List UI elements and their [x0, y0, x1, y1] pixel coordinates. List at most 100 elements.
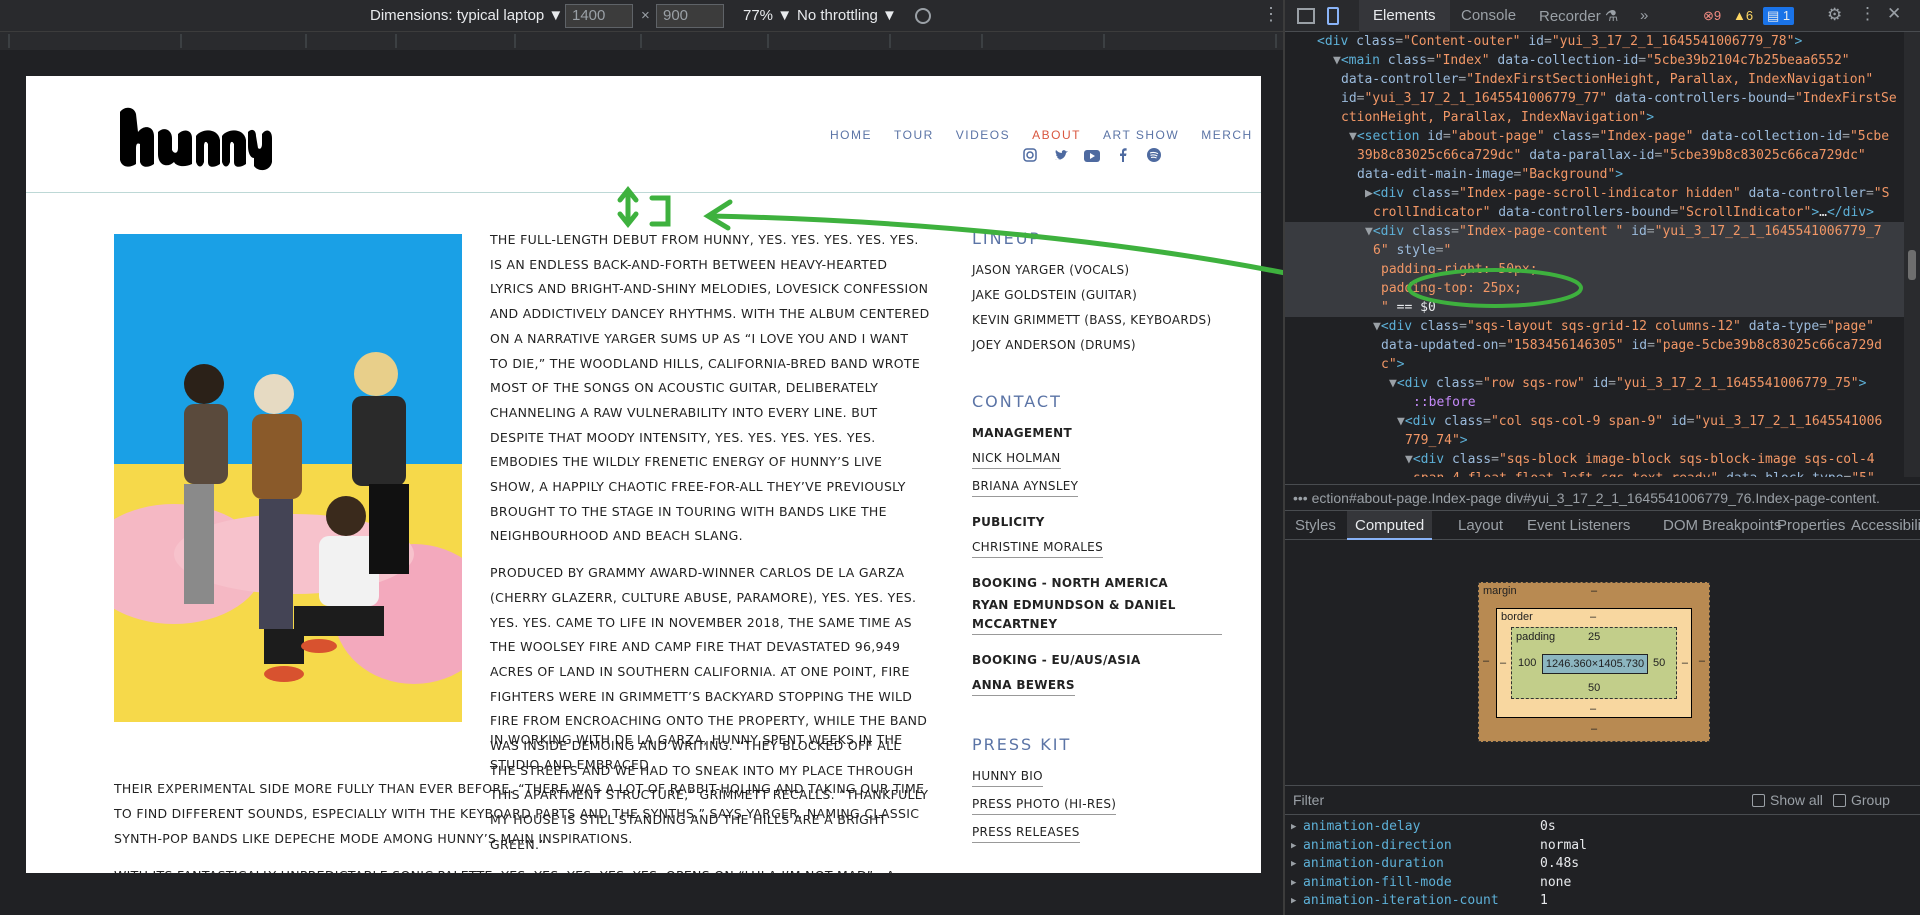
- dom-node-row[interactable]: ▼<div class="row sqs-row" id="yui_3_17_2…: [1285, 374, 1920, 393]
- property-name: animation-duration: [1303, 856, 1444, 871]
- close-icon[interactable]: ✕: [1887, 4, 1901, 24]
- show-all-checkbox[interactable]: [1752, 794, 1765, 807]
- tab-console[interactable]: Console: [1461, 7, 1516, 24]
- dom-node-row[interactable]: span-4 float float-left sqs-text-ready" …: [1285, 469, 1920, 477]
- contact-link[interactable]: ANNA BEWERS: [972, 676, 1075, 696]
- dom-node-row[interactable]: ▼<main class="Index" data-collection-id=…: [1285, 51, 1920, 70]
- presskit-link[interactable]: PRESS PHOTO (HI-RES): [972, 795, 1117, 815]
- about-paragraph-3: IN WORKING WITH DE LA GARZA, HUNNY SPENT…: [114, 728, 930, 852]
- dom-node-row[interactable]: ::before: [1285, 393, 1920, 412]
- tab-computed[interactable]: Computed: [1347, 511, 1433, 540]
- dom-node-row[interactable]: id="yui_3_17_2_1_1645541006779_77" data-…: [1285, 89, 1920, 108]
- margin-label: margin: [1483, 585, 1517, 597]
- hunny-logo[interactable]: hunny: [114, 102, 274, 172]
- dimensions-dropdown[interactable]: Dimensions: typical laptop ▼: [370, 7, 563, 24]
- group-checkbox[interactable]: [1833, 794, 1846, 807]
- border-top-value: –: [1590, 611, 1597, 623]
- computed-property-row[interactable]: ▶ animation-direction normal: [1285, 837, 1920, 856]
- contact-link[interactable]: NICK HOLMAN: [972, 449, 1061, 469]
- scrollbar-thumb[interactable]: [1908, 250, 1916, 280]
- dom-node-row[interactable]: " == $0: [1285, 298, 1920, 317]
- dom-node-row[interactable]: ctionHeight, Parallax, IndexNavigation">: [1285, 108, 1920, 127]
- more-options-icon[interactable]: ⋮: [1859, 4, 1876, 24]
- dom-node-row[interactable]: data-controller="IndexFirstSectionHeight…: [1285, 70, 1920, 89]
- tab-properties[interactable]: Properties: [1777, 517, 1845, 534]
- dom-node-row[interactable]: ▼<div class="Index-page-content " id="yu…: [1285, 222, 1920, 241]
- rotate-icon[interactable]: [915, 8, 931, 24]
- dom-node-row[interactable]: c">: [1285, 355, 1920, 374]
- presskit-link[interactable]: HUNNY BIO: [972, 767, 1043, 787]
- twitter-icon[interactable]: [1051, 148, 1071, 166]
- computed-property-row[interactable]: ▶ animation-duration 0.48s: [1285, 855, 1920, 874]
- nav-merch[interactable]: MERCH: [1201, 128, 1253, 142]
- nav-home[interactable]: HOME: [830, 128, 872, 142]
- dom-node-row[interactable]: ▼<div class="sqs-block image-block sqs-b…: [1285, 450, 1920, 469]
- devtools-panel: Elements Console Recorder ⚗ » ⊗9 ▲6 ▤ 1 …: [1285, 0, 1920, 915]
- contact-link[interactable]: CHRISTINE MORALES: [972, 538, 1103, 558]
- dom-node-row[interactable]: padding-right: 50px;: [1285, 260, 1920, 279]
- nav-tour[interactable]: TOUR: [894, 128, 934, 142]
- tab-dom-breakpoints[interactable]: DOM Breakpoints: [1663, 517, 1781, 534]
- dom-tree-scrollbar[interactable]: [1904, 32, 1920, 477]
- contact-link[interactable]: BRIANA AYNSLEY: [972, 477, 1079, 497]
- filter-input[interactable]: Filter: [1293, 792, 1324, 808]
- dom-node-row[interactable]: ▶<div class="Index-page-scroll-indicator…: [1285, 184, 1920, 203]
- tab-elements[interactable]: Elements: [1359, 0, 1450, 32]
- nav-art-show[interactable]: ART SHOW: [1103, 128, 1179, 142]
- dom-tree[interactable]: <div class="Content-outer" id="yui_3_17_…: [1285, 32, 1920, 477]
- inspect-icon[interactable]: [1297, 8, 1315, 24]
- device-toggle-icon[interactable]: [1327, 7, 1339, 25]
- dom-node-row[interactable]: 6" style=": [1285, 241, 1920, 260]
- message-count-badge[interactable]: ▤ 1: [1763, 7, 1795, 25]
- warning-count-badge[interactable]: ▲6: [1733, 8, 1753, 23]
- property-name: animation-fill-mode: [1303, 874, 1452, 890]
- facebook-icon[interactable]: [1113, 148, 1133, 166]
- dom-node-row[interactable]: data-updated-on="1583456146305" id="page…: [1285, 336, 1920, 355]
- tab-recorder[interactable]: Recorder ⚗: [1539, 7, 1618, 25]
- tab-layout[interactable]: Layout: [1458, 517, 1503, 534]
- error-count-badge[interactable]: ⊗9: [1703, 8, 1721, 24]
- box-model-diagram: margin – – – – border – – – – padding 25…: [1478, 582, 1710, 742]
- dom-node-row[interactable]: crollIndicator" data-controllers-bound="…: [1285, 203, 1920, 222]
- instagram-icon[interactable]: [1020, 148, 1040, 166]
- computed-property-row[interactable]: ▶ animation-iteration-count 1: [1285, 892, 1920, 911]
- dom-node-row[interactable]: ▼<div class="sqs-layout sqs-grid-12 colu…: [1285, 317, 1920, 336]
- dom-node-row[interactable]: <div class="Content-outer" id="yui_3_17_…: [1285, 32, 1920, 51]
- dom-node-row[interactable]: 39b8c83025c66ca729dc" data-parallax-id="…: [1285, 146, 1920, 165]
- presskit-link[interactable]: PRESS RELEASES: [972, 823, 1080, 843]
- dom-node-row[interactable]: ▼<div class="col sqs-col-9 span-9" id="y…: [1285, 412, 1920, 431]
- padding-top-value: 25: [1588, 631, 1601, 643]
- settings-gear-icon[interactable]: ⚙: [1827, 5, 1842, 25]
- about-paragraph-3-start: IN WORKING WITH DE LA GARZA, HUNNY SPENT…: [490, 732, 903, 772]
- tab-more[interactable]: »: [1640, 7, 1648, 24]
- header-divider: [26, 192, 1261, 193]
- height-input[interactable]: 900: [656, 4, 724, 28]
- contact-link[interactable]: RYAN EDMUNDSON & DANIEL MCCARTNEY: [972, 596, 1222, 635]
- computed-property-row[interactable]: ▶ animation-fill-mode none: [1285, 874, 1920, 893]
- throttling-dropdown[interactable]: No throttling ▼: [797, 7, 897, 24]
- dom-node-row[interactable]: ▼<section id="about-page" class="Index-p…: [1285, 127, 1920, 146]
- nav-videos[interactable]: VIDEOS: [956, 128, 1010, 142]
- computed-property-row[interactable]: ▶ animation-delay 0s: [1285, 818, 1920, 837]
- zoom-dropdown[interactable]: 77% ▼: [743, 7, 792, 24]
- tab-styles[interactable]: Styles: [1295, 517, 1336, 534]
- content-box: 1246.360×1405.730: [1542, 654, 1648, 674]
- dom-node-row[interactable]: 779_74">: [1285, 431, 1920, 450]
- group-label: Group: [1851, 792, 1890, 808]
- margin-top-value: –: [1591, 585, 1598, 597]
- property-value: 0s: [1540, 819, 1556, 834]
- dom-node-row[interactable]: padding-top: 25px;: [1285, 279, 1920, 298]
- padding-right-value: 50: [1653, 657, 1666, 669]
- spotify-icon[interactable]: [1144, 148, 1164, 166]
- dom-breadcrumb[interactable]: ••• ection#about-page.Index-page div#yui…: [1285, 484, 1920, 510]
- width-input[interactable]: 1400: [565, 4, 633, 28]
- tab-event-listeners[interactable]: Event Listeners: [1527, 517, 1630, 534]
- more-options-icon[interactable]: ⋮: [1262, 4, 1280, 25]
- youtube-icon[interactable]: [1082, 148, 1102, 166]
- nav-about[interactable]: ABOUT: [1032, 128, 1081, 142]
- tab-accessibility[interactable]: Accessibility: [1851, 517, 1920, 534]
- contact-heading: CONTACT: [972, 392, 1062, 411]
- sidebar: LINEUP JASON YARGER (VOCALS) JAKE GOLDST…: [972, 229, 1222, 848]
- dom-node-row[interactable]: data-edit-main-image="Background">: [1285, 165, 1920, 184]
- property-value: 0.48s: [1540, 856, 1580, 871]
